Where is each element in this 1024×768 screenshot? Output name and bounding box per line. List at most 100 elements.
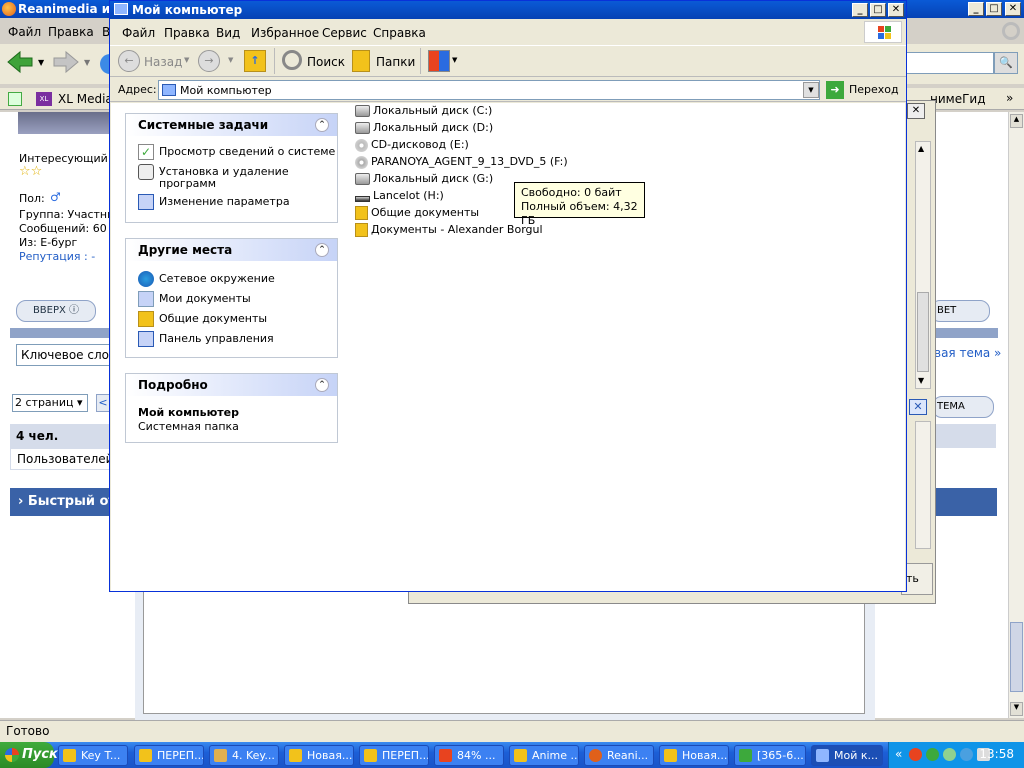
page-scrollbar[interactable]: ▲ ▼	[1008, 112, 1024, 718]
menu-edit[interactable]: Правка	[48, 25, 94, 39]
network-icon	[138, 271, 154, 287]
search-button[interactable]: Поиск	[307, 55, 345, 69]
dialog-close-icon[interactable]: ✕	[907, 103, 925, 119]
task-add-remove-programs-cont[interactable]: программ	[159, 177, 216, 190]
menu-favorites[interactable]: Избранное	[251, 26, 319, 40]
back-icon[interactable]: ←	[118, 50, 140, 72]
reply-button[interactable]: ВЕТ	[930, 300, 990, 322]
menu-file[interactable]: Файл	[8, 25, 41, 39]
start-button[interactable]: Пуск	[0, 742, 58, 768]
go-arrow-icon[interactable]: ➜	[826, 81, 844, 99]
keyword-search-input[interactable]: Ключевое слов	[16, 344, 110, 366]
task-reanimedia[interactable]: Reani...	[584, 745, 654, 766]
bookmark-animegid[interactable]: нимеГид	[930, 92, 986, 106]
task-key-t[interactable]: Key T...	[58, 745, 128, 766]
user-documents-folder[interactable]: Документы - Alexander Borgul	[355, 222, 543, 238]
new-topic-button[interactable]: ТЕМА	[932, 396, 994, 418]
place-network[interactable]: Сетевое окружение	[138, 271, 275, 287]
views-dropdown-icon[interactable]: ▼	[452, 56, 457, 64]
menu-help[interactable]: Справка	[373, 26, 426, 40]
dialog-scroll-up-icon[interactable]: ▲	[918, 144, 924, 153]
tray-icon-4[interactable]	[960, 748, 973, 761]
collapse-icon[interactable]: ⌃	[315, 118, 329, 132]
scroll-thumb[interactable]	[1010, 622, 1023, 692]
details-header[interactable]: Подробно ⌃	[126, 374, 337, 396]
tray-expand-icon[interactable]: «	[895, 747, 902, 761]
forward-arrow-icon[interactable]	[52, 50, 80, 74]
task-anime[interactable]: Anime ...	[509, 745, 579, 766]
go-button[interactable]: Переход	[849, 83, 899, 96]
explorer-title-bar[interactable]: Мой компьютер _ □ ✕	[110, 1, 906, 19]
task-system-info[interactable]: ✓ Просмотр сведений о системе	[138, 144, 335, 160]
drive-e[interactable]: CD-дисковод (E:)	[355, 137, 469, 153]
minimize-button[interactable]: _	[968, 2, 984, 16]
task-change-setting[interactable]: Изменение параметра	[138, 194, 290, 210]
drive-d[interactable]: Локальный диск (D:)	[355, 120, 493, 136]
forward-icon[interactable]: →	[198, 50, 220, 72]
system-tasks-header[interactable]: Системные задачи ⌃	[126, 114, 337, 136]
explorer-close-button[interactable]: ✕	[888, 3, 904, 17]
back-dropdown-icon[interactable]: ▼	[38, 58, 44, 67]
menu-edit[interactable]: Правка	[164, 26, 210, 40]
drive-c[interactable]: Локальный диск (C:)	[355, 103, 492, 119]
explorer-maximize-button[interactable]: □	[870, 3, 886, 17]
maximize-button[interactable]: □	[986, 2, 1002, 16]
other-places-header[interactable]: Другие места ⌃	[126, 239, 337, 261]
dialog-scrollbar[interactable]: ▲ ▼	[915, 141, 931, 389]
task-new-1[interactable]: Новая...	[284, 745, 354, 766]
tray-icon-2[interactable]	[926, 748, 939, 761]
views-icon[interactable]	[428, 50, 450, 72]
address-dropdown-icon[interactable]: ▼	[803, 82, 819, 98]
back-button[interactable]: Назад	[144, 55, 182, 69]
collapse-icon[interactable]: ⌃	[315, 243, 329, 257]
new-topic-link[interactable]: вая тема »	[934, 346, 1001, 360]
dialog-scroll-thumb[interactable]	[917, 292, 929, 372]
address-input[interactable]: Мой компьютер ▼	[158, 80, 820, 100]
task-key-4[interactable]: 4. Key...	[209, 745, 279, 766]
task-perep-1[interactable]: ПЕРЕП...	[134, 745, 204, 766]
pages-select[interactable]: 2 страниц ▾	[12, 394, 88, 412]
firefox-search-input[interactable]	[904, 52, 994, 74]
reply-textarea[interactable]	[143, 590, 865, 714]
scroll-down-icon[interactable]: ▼	[1010, 702, 1023, 716]
menu-file[interactable]: Файл	[122, 26, 155, 40]
search-icon[interactable]	[282, 50, 302, 70]
task-my-computer[interactable]: Мой к...	[811, 745, 883, 766]
shared-documents-folder[interactable]: Общие документы	[355, 205, 479, 221]
back-dropdown-icon[interactable]: ▼	[184, 56, 189, 64]
task-perep-2[interactable]: ПЕРЕП...	[359, 745, 429, 766]
up-folder-icon[interactable]: ↑	[244, 50, 266, 72]
explorer-minimize-button[interactable]: _	[852, 3, 868, 17]
place-control-panel[interactable]: Панель управления	[138, 331, 274, 347]
folders-button[interactable]: Папки	[376, 55, 415, 69]
search-go-icon[interactable]: 🔍	[994, 52, 1018, 74]
task-365[interactable]: [365-6...	[734, 745, 806, 766]
forward-dropdown-icon[interactable]: ▼	[228, 56, 233, 64]
prev-page-button[interactable]: <	[96, 394, 110, 412]
dialog-x-icon[interactable]: ✕	[909, 399, 927, 415]
drive-g[interactable]: Локальный диск (G:)	[355, 171, 493, 187]
scroll-up-icon[interactable]: ▲	[1010, 114, 1023, 128]
task-download[interactable]: 84% ...	[434, 745, 504, 766]
tray-icon-3[interactable]	[943, 748, 956, 761]
menu-view[interactable]: Вид	[216, 26, 240, 40]
task-new-2[interactable]: Новая...	[659, 745, 729, 766]
dialog-scroll-down-icon[interactable]: ▼	[918, 376, 924, 385]
menu-tools[interactable]: Сервис	[322, 26, 367, 40]
close-button[interactable]: ✕	[1005, 2, 1021, 16]
tray-icon-1[interactable]	[909, 748, 922, 761]
drive-h[interactable]: Lancelot (H:)	[355, 188, 444, 204]
place-my-documents[interactable]: Мои документы	[138, 291, 251, 307]
place-shared-documents[interactable]: Общие документы	[138, 311, 267, 327]
collapse-icon[interactable]: ⌃	[315, 378, 329, 392]
dialog-scrollbar-2[interactable]	[915, 421, 931, 549]
back-arrow-icon[interactable]	[6, 50, 34, 74]
forward-dropdown-icon[interactable]: ▼	[84, 58, 90, 67]
bookmark-add-icon[interactable]	[8, 92, 22, 106]
drive-f[interactable]: PARANOYA_AGENT_9_13_DVD_5 (F:)	[355, 154, 568, 170]
profile-reputation[interactable]: Репутация : -	[19, 250, 95, 263]
quick-reply-header[interactable]: › Быстрый от	[10, 488, 110, 516]
bookmarks-overflow-icon[interactable]: »	[1006, 91, 1013, 105]
up-button[interactable]: ВВЕРХ ⓘ	[16, 300, 96, 322]
folders-icon[interactable]	[352, 50, 370, 72]
